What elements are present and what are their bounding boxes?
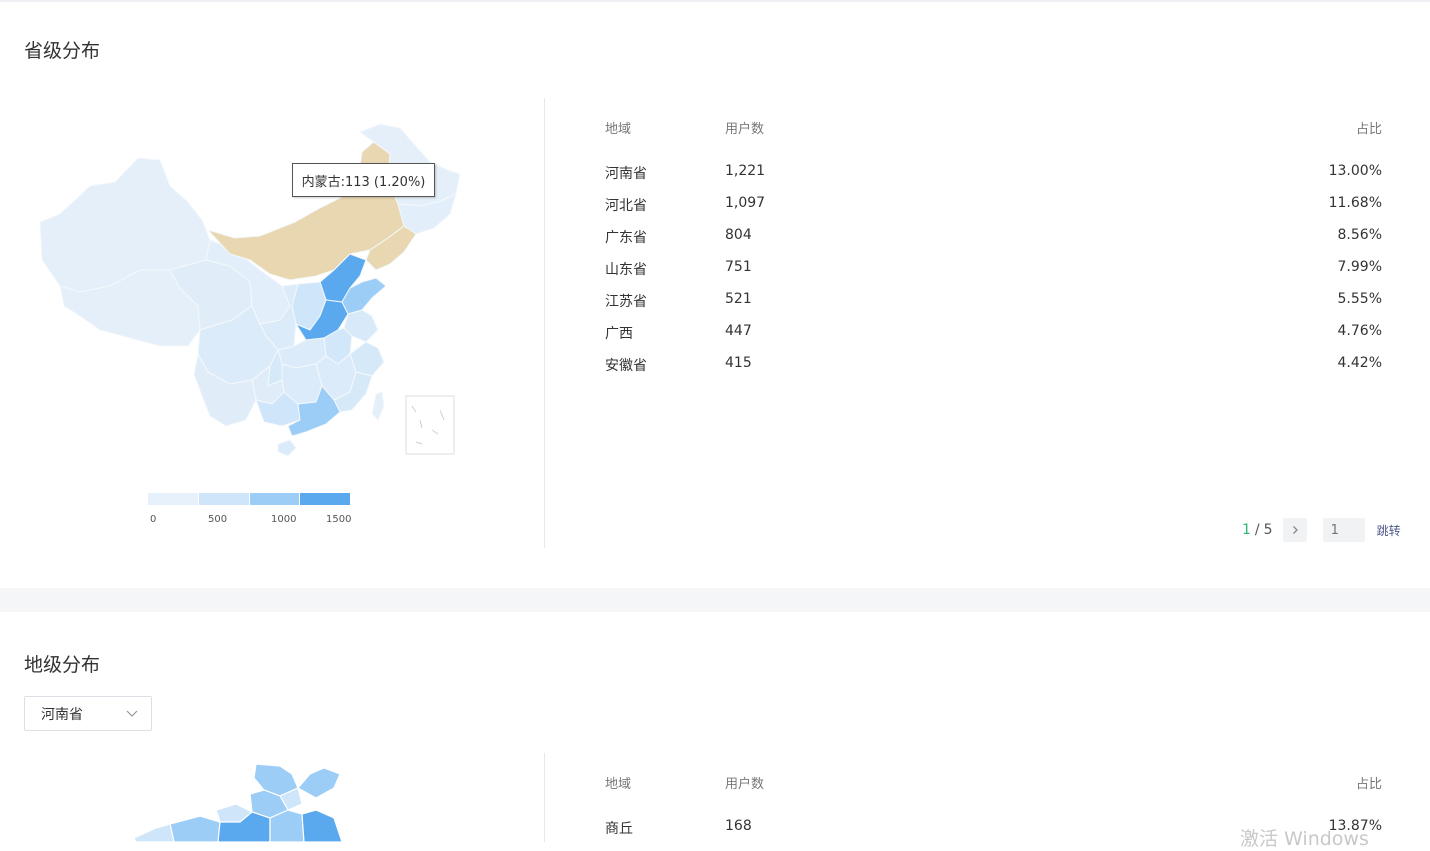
table-row: 山东省 751 7.99% bbox=[605, 259, 1382, 291]
table-body: 河南省 1,221 13.00% 河北省 1,097 11.68% 广东省 80… bbox=[605, 163, 1382, 387]
legend-tick: 500 bbox=[208, 514, 228, 525]
province-table: 地域 用户数 占比 河南省 1,221 13.00% 河北省 1,097 11.… bbox=[605, 118, 1382, 387]
cell-region: 安徽省 bbox=[605, 358, 647, 374]
cell-region: 河北省 bbox=[605, 198, 647, 214]
section-divider bbox=[544, 753, 545, 842]
cell-share: 5.55% bbox=[1337, 291, 1382, 307]
header-region[interactable]: 地域 bbox=[605, 773, 631, 792]
map-region-taiwan[interactable] bbox=[371, 391, 385, 421]
header-users[interactable]: 用户数 bbox=[725, 118, 764, 137]
cell-users: 521 bbox=[725, 291, 752, 307]
top-border bbox=[0, 0, 1430, 2]
table-row: 河北省 1,097 11.68% bbox=[605, 195, 1382, 227]
cell-region: 广东省 bbox=[605, 230, 647, 246]
table-row: 广西 447 4.76% bbox=[605, 323, 1382, 355]
cell-region: 河南省 bbox=[605, 166, 647, 182]
cell-users: 804 bbox=[725, 227, 752, 243]
header-share[interactable]: 占比 bbox=[1356, 773, 1382, 792]
legend-bin-2 bbox=[248, 493, 300, 505]
cell-share: 8.56% bbox=[1337, 227, 1382, 243]
section-divider bbox=[544, 98, 545, 548]
legend-tick: 0 bbox=[150, 514, 157, 525]
header-share[interactable]: 占比 bbox=[1356, 118, 1382, 137]
pager-current-page: 1 bbox=[1242, 522, 1251, 538]
province-select[interactable]: 河南省 bbox=[24, 696, 152, 731]
cell-users: 751 bbox=[725, 259, 752, 275]
map-city-puyang[interactable] bbox=[297, 767, 341, 799]
pager-jump-button[interactable]: 跳转 bbox=[1377, 522, 1401, 539]
cell-share: 11.68% bbox=[1328, 195, 1382, 211]
henan-city-map[interactable] bbox=[120, 760, 360, 842]
chevron-down-icon bbox=[126, 710, 138, 717]
pager-jump-input[interactable] bbox=[1322, 518, 1365, 542]
table-row: 江苏省 521 5.55% bbox=[605, 291, 1382, 323]
cell-region: 江苏省 bbox=[605, 294, 647, 310]
south-china-sea-islands bbox=[411, 405, 445, 445]
section-separator bbox=[0, 588, 1430, 612]
cell-share: 4.42% bbox=[1337, 355, 1382, 371]
map-region-hainan[interactable] bbox=[277, 439, 297, 457]
legend-bin-3 bbox=[299, 493, 350, 505]
cell-region: 广西 bbox=[605, 326, 633, 342]
map-city-luoyang[interactable] bbox=[169, 815, 221, 842]
header-region[interactable]: 地域 bbox=[605, 118, 631, 137]
pager-separator: / bbox=[1254, 522, 1260, 538]
province-select-value: 河南省 bbox=[41, 706, 83, 723]
cell-users: 168 bbox=[725, 818, 752, 834]
windows-activation-watermark: 激活 Windows bbox=[1240, 828, 1369, 850]
map-city-shangqiu[interactable] bbox=[301, 809, 343, 842]
legend-bin-0 bbox=[148, 493, 198, 505]
table-row: 广东省 804 8.56% bbox=[605, 227, 1382, 259]
cell-region: 商丘 bbox=[605, 821, 633, 837]
chevron-right-icon bbox=[1292, 526, 1298, 534]
pagination: 1 / 5 跳转 bbox=[1242, 518, 1401, 542]
table-row: 河南省 1,221 13.00% bbox=[605, 163, 1382, 195]
city-section-title: 地级分布 bbox=[24, 654, 101, 676]
cell-users: 447 bbox=[725, 323, 752, 339]
cell-users: 415 bbox=[725, 355, 752, 371]
pager-total-pages: 5 bbox=[1263, 522, 1273, 538]
map-legend-bar bbox=[148, 493, 350, 505]
table-header: 地域 用户数 占比 bbox=[605, 773, 1382, 805]
cell-share: 4.76% bbox=[1337, 323, 1382, 339]
cell-users: 1,221 bbox=[725, 163, 766, 179]
map-tooltip: 内蒙古:113 (1.20%) bbox=[292, 163, 435, 197]
table-header: 地域 用户数 占比 bbox=[605, 118, 1382, 150]
cell-share: 7.99% bbox=[1337, 259, 1382, 275]
header-users[interactable]: 用户数 bbox=[725, 773, 764, 792]
legend-tick: 1500 bbox=[326, 514, 352, 525]
province-section-title: 省级分布 bbox=[24, 40, 101, 62]
legend-bin-1 bbox=[197, 493, 249, 505]
legend-tick: 1000 bbox=[271, 514, 297, 525]
cell-share: 13.00% bbox=[1328, 163, 1382, 179]
table-row: 安徽省 415 4.42% bbox=[605, 355, 1382, 387]
map-city-sanmenxia[interactable] bbox=[133, 823, 175, 842]
cell-users: 1,097 bbox=[725, 195, 766, 211]
cell-region: 山东省 bbox=[605, 262, 647, 278]
south-china-sea-inset bbox=[405, 395, 455, 455]
pager-next-button[interactable] bbox=[1282, 518, 1307, 542]
